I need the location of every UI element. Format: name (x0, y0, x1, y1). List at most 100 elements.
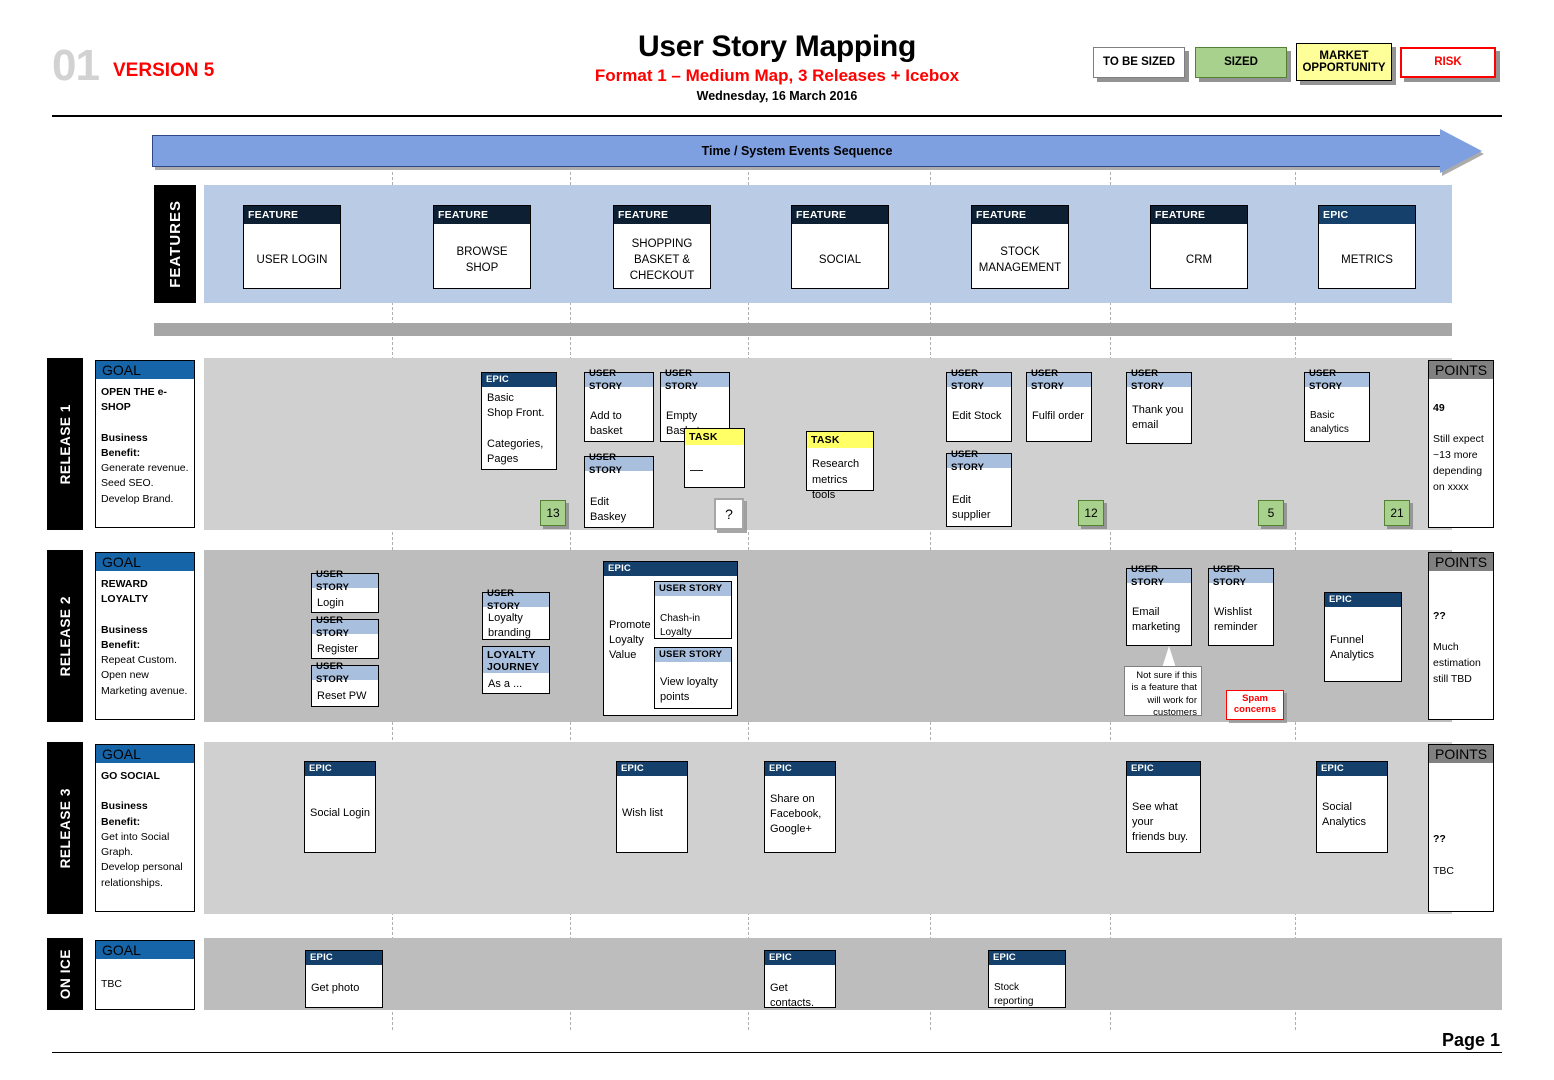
story-card-wishlist-reminder[interactable]: USER STORY Wishlist reminder (1208, 568, 1274, 646)
unsized-question-marker[interactable]: ? (714, 498, 744, 530)
epic-line: Google+ (770, 823, 812, 835)
story-card-loyalty-branding[interactable]: USER STORY Loyalty branding (482, 592, 550, 640)
feature-card-title: BROWSE SHOP (434, 224, 530, 298)
release2-row-label-text: RELEASE 2 (58, 596, 73, 676)
onice-goal-card[interactable]: GOAL TBC (95, 940, 195, 1010)
epic-card-body: Wish list (617, 776, 687, 825)
epic-card-body: Share on Facebook, Google+ (765, 776, 835, 842)
task-card-kind: TASK (807, 432, 873, 448)
goal-benefit-line: Graph. (101, 846, 133, 858)
sized-points-badge-1[interactable]: 13 (540, 500, 566, 526)
feature-card-browse-shop[interactable]: FEATURE BROWSE SHOP (433, 205, 531, 289)
story-card-basic-analytics[interactable]: USER STORY Basic analytics (1304, 372, 1370, 442)
features-row-label: FEATURES (154, 185, 196, 303)
story-card-kind: LOYALTY JOURNEY (483, 647, 549, 673)
epic-card-basic-shop-front[interactable]: EPIC Basic Shop Front. Categories, Pages (481, 372, 557, 470)
story-card-kind: USER STORY (1127, 569, 1191, 583)
feature-card-stock-management[interactable]: FEATURE STOCK MANAGEMENT (971, 205, 1069, 289)
story-card-body: View loyalty points (655, 662, 731, 709)
goal-title: OPEN THE e-SHOP (101, 386, 167, 413)
epic-card-body: Social Login (305, 776, 375, 825)
epic-card-get-contacts[interactable]: EPIC Get contacts. (764, 950, 836, 1008)
story-card-add-to-basket[interactable]: USER STORY Add to basket (584, 372, 654, 442)
footer-divider (52, 1052, 1502, 1053)
release2-points-card[interactable]: POINTS ?? Much estimation still TBD (1428, 552, 1494, 720)
epic-card-kind: EPIC (306, 951, 382, 965)
goal-benefit-line: Repeat Custom. (101, 654, 177, 666)
story-card-edit-stock[interactable]: USER STORY Edit Stock (946, 372, 1012, 442)
points-note-line: estimation (1433, 657, 1481, 669)
epic-card-metrics[interactable]: EPIC METRICS (1318, 205, 1416, 289)
story-card-kind: USER STORY (1027, 373, 1091, 387)
goal-title: REWARD LOYALTY (101, 578, 148, 605)
epic-card-stock-reporting[interactable]: EPIC Stock reporting (988, 950, 1066, 1008)
story-card-body: Fulfil order (1027, 387, 1091, 428)
story-card-kind: USER STORY (585, 457, 653, 471)
feature-card-social[interactable]: FEATURE SOCIAL (791, 205, 889, 289)
epic-card-social-analytics[interactable]: EPIC Social Analytics (1316, 761, 1388, 853)
story-card-login[interactable]: USER STORY Login (311, 573, 379, 613)
epic-card-kind: EPIC (482, 373, 556, 387)
story-card-email-marketing[interactable]: USER STORY Email marketing (1126, 568, 1192, 646)
release1-points-card[interactable]: POINTS 49 Still expect ~13 more dependin… (1428, 360, 1494, 528)
epic-line: Analytics (1322, 816, 1366, 828)
feature-card-title: STOCK MANAGEMENT (972, 224, 1068, 298)
story-card-kind: USER STORY (1209, 569, 1273, 583)
epic-card-kind: EPIC (765, 951, 835, 965)
timeline-arrow: Time / System Events Sequence (152, 135, 1482, 169)
release2-goal-card[interactable]: GOAL REWARD LOYALTY Business Benefit: Re… (95, 552, 195, 720)
epic-line: Shop Front. (487, 407, 544, 419)
epic-line: Pages (487, 453, 518, 465)
story-card-fulfil-order[interactable]: USER STORY Fulfil order (1026, 372, 1092, 442)
epic-card-share-on-facebook[interactable]: EPIC Share on Facebook, Google+ (764, 761, 836, 853)
release3-goal-card[interactable]: GOAL GO SOCIAL Business Benefit: Get int… (95, 744, 195, 912)
story-card-edit-supplier[interactable]: USER STORY Edit supplier (946, 453, 1012, 527)
sized-points-badge-4[interactable]: 21 (1384, 500, 1410, 526)
sized-points-badge-2[interactable]: 12 (1078, 500, 1104, 526)
epic-card-social-login[interactable]: EPIC Social Login (304, 761, 376, 853)
story-card-body: Basic analytics (1305, 387, 1369, 441)
story-card-view-loyalty-points[interactable]: USER STORY View loyalty points (654, 647, 732, 709)
task-card-research-metrics[interactable]: TASK Research metrics tools (806, 431, 874, 491)
spam-line: Spam (1242, 693, 1268, 704)
goal-card-header: GOAL (96, 941, 194, 959)
feature-card-user-login[interactable]: FEATURE USER LOGIN (243, 205, 341, 289)
story-card-thank-you-email[interactable]: USER STORY Thank you email (1126, 372, 1192, 444)
epic-card-body: Get contacts. (765, 965, 835, 1015)
epic-card-see-friends-buy[interactable]: EPIC See what your friends buy. (1126, 761, 1201, 853)
onice-row-label: ON ICE (47, 938, 83, 1010)
story-card-loyalty-journey[interactable]: LOYALTY JOURNEY As a ... (482, 646, 550, 694)
task-card-basket[interactable]: TASK — (684, 428, 745, 488)
epic-card-wish-list[interactable]: EPIC Wish list (616, 761, 688, 853)
risk-note-spam-concerns[interactable]: Spam concerns (1226, 690, 1284, 720)
epic-line: Basic (487, 392, 514, 404)
story-card-reset-pw[interactable]: USER STORY Reset PW (311, 665, 379, 707)
page-date: Wednesday, 16 March 2016 (0, 89, 1554, 103)
feature-card-crm[interactable]: FEATURE CRM (1150, 205, 1248, 289)
onice-row-label-text: ON ICE (58, 949, 73, 999)
story-card-kind: USER STORY (655, 648, 731, 662)
release3-row-label: RELEASE 3 (47, 742, 83, 914)
epic-card-funnel-analytics[interactable]: EPIC Funnel Analytics (1324, 592, 1402, 682)
points-card-body: ?? Much estimation still TBD (1429, 571, 1493, 693)
story-card-kind: USER STORY (655, 582, 731, 596)
epic-card-get-photo[interactable]: EPIC Get photo (305, 950, 383, 1008)
release1-goal-card[interactable]: GOAL OPEN THE e-SHOP Business Benefit: G… (95, 360, 195, 528)
sized-points-badge-3[interactable]: 5 (1258, 500, 1284, 526)
feature-card-title: SHOPPING BASKET & CHECKOUT (614, 224, 710, 298)
task-line: Research (812, 458, 859, 470)
feature-card-shopping-basket-checkout[interactable]: FEATURE SHOPPING BASKET & CHECKOUT (613, 205, 711, 289)
journey-kind-line: LOYALTY (487, 649, 536, 661)
release3-points-card[interactable]: POINTS ?? TBC (1428, 744, 1494, 912)
page-number: Page 1 (1442, 1030, 1500, 1051)
story-line: email (1132, 419, 1158, 431)
separator-bar (154, 323, 1452, 336)
story-card-cash-in-loyalty[interactable]: USER STORY Chash-in Loyalty (654, 581, 732, 639)
timeline-arrow-head (1440, 129, 1482, 173)
story-card-register[interactable]: USER STORY Register (311, 619, 379, 659)
story-card-edit-basket[interactable]: USER STORY Edit Baskey (584, 456, 654, 528)
points-note-line: depending (1433, 465, 1482, 477)
story-card-kind: USER STORY (1305, 373, 1369, 387)
feature-card-title: CRM (1151, 224, 1247, 298)
release1-row-label: RELEASE 1 (47, 358, 83, 530)
